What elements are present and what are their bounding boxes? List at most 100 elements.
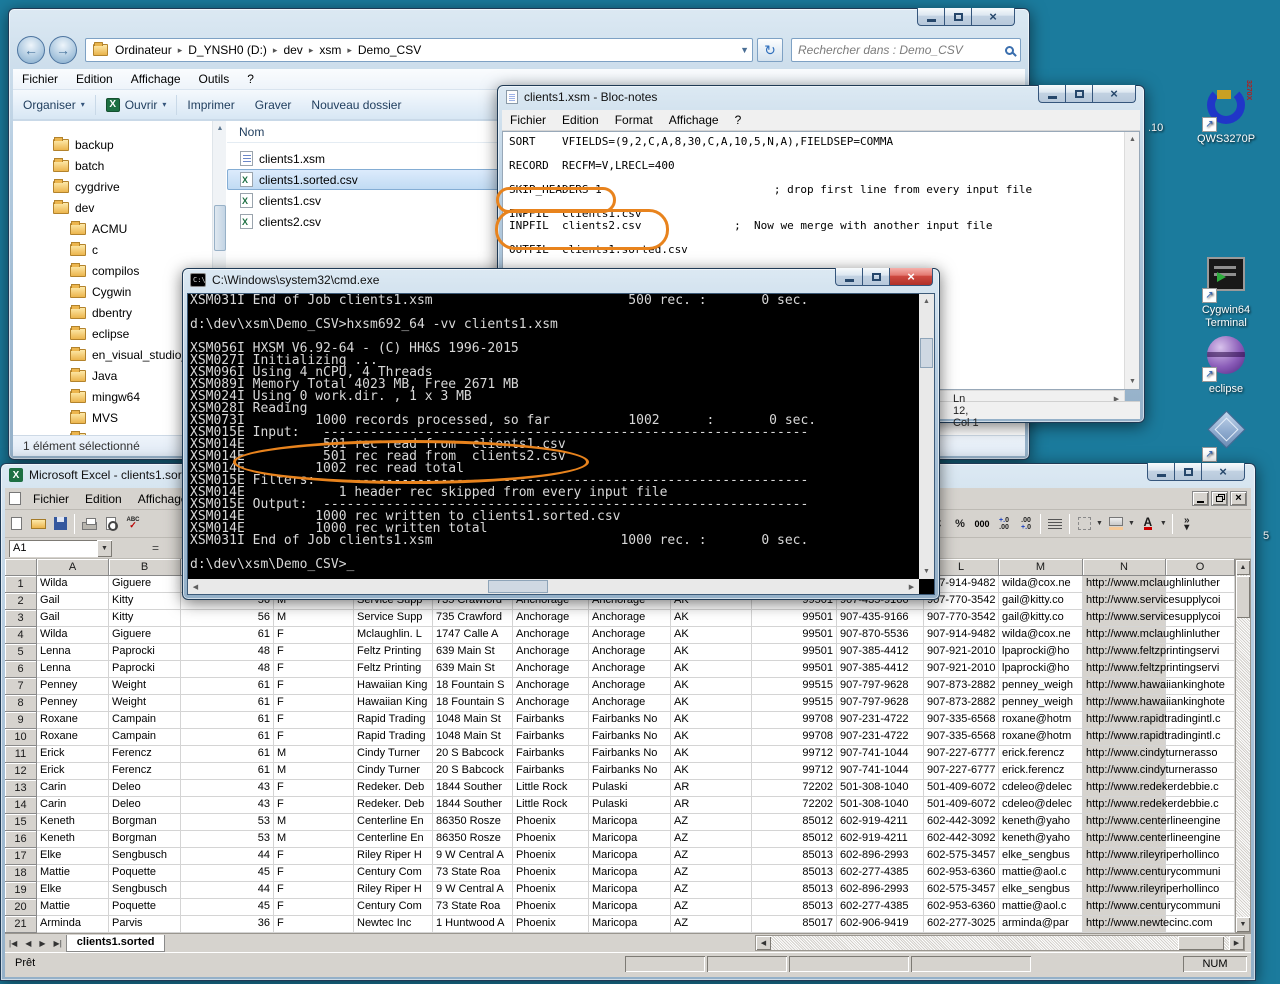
cell[interactable]: 907-873-2882	[924, 695, 999, 712]
cell[interactable]: AK	[671, 763, 752, 780]
scroll-up-icon[interactable]: ▲	[1236, 560, 1250, 575]
row-header-10[interactable]: 10	[5, 729, 37, 746]
cell[interactable]: Riley Riper H	[354, 882, 433, 899]
cell[interactable]: elke_sengbus	[999, 848, 1083, 865]
cell[interactable]: Sengbusch	[109, 882, 181, 899]
cell[interactable]: Fairbanks No	[589, 712, 671, 729]
cell[interactable]: AR	[671, 797, 752, 814]
cell[interactable]: 1048 Main St	[433, 712, 513, 729]
cell[interactable]: Giguere	[109, 576, 181, 593]
cell[interactable]: Erick	[37, 763, 109, 780]
refresh-button[interactable]: ↻	[757, 38, 783, 62]
cell[interactable]: mattie@aol.c	[999, 865, 1083, 882]
cell[interactable]: Fairbanks	[513, 729, 589, 746]
scroll-left-icon[interactable]: ◀	[188, 579, 203, 594]
breadcrumb-segment[interactable]: xsm	[315, 43, 345, 57]
nouveau-dossier-button[interactable]: Nouveau dossier	[301, 93, 411, 117]
cell[interactable]: http://www.centurycommuni	[1083, 899, 1166, 916]
cell[interactable]: http://www.mclaughlinluther	[1083, 576, 1166, 593]
cell[interactable]: Pulaski	[589, 780, 671, 797]
cell[interactable]: 602-896-2993	[837, 882, 924, 899]
breadcrumb-dropdown-icon[interactable]: ▼	[740, 45, 749, 55]
cell[interactable]: 907-231-4722	[837, 729, 924, 746]
file-row[interactable]: clients1.xsm	[227, 148, 499, 169]
organiser-button[interactable]: Organiser▾	[13, 93, 95, 117]
spell-check-icon[interactable]: ABC✓	[122, 514, 144, 534]
cell[interactable]: 9 W Central A	[433, 848, 513, 865]
cell[interactable]: Roxane	[37, 712, 109, 729]
cell[interactable]: Kitty	[109, 610, 181, 627]
cell[interactable]: Phoenix	[513, 848, 589, 865]
cell[interactable]: lpaprocki@ho	[999, 661, 1083, 678]
cell[interactable]: Anchorage	[589, 644, 671, 661]
cell[interactable]: 907-770-3542	[924, 610, 999, 627]
cell[interactable]: 61	[181, 695, 274, 712]
column-header-A[interactable]: A	[37, 559, 109, 576]
cell[interactable]: F	[274, 848, 354, 865]
cell[interactable]: 602-277-4385	[837, 865, 924, 882]
cell[interactable]: http://www.cindyturnerasso	[1083, 763, 1166, 780]
row-header-13[interactable]: 13	[5, 780, 37, 797]
cell[interactable]: 85013	[752, 899, 837, 916]
cell[interactable]: erick.ferencz	[999, 763, 1083, 780]
cell[interactable]: Service Supp	[354, 610, 433, 627]
cell[interactable]: Fairbanks	[513, 746, 589, 763]
menu-item[interactable]: ?	[727, 113, 750, 127]
cell[interactable]: 61	[181, 678, 274, 695]
select-all-corner[interactable]	[5, 559, 37, 576]
cell[interactable]: 602-277-4385	[837, 899, 924, 916]
cell[interactable]: http://www.hawaiiankinghote	[1083, 678, 1166, 695]
cell[interactable]: 1 Huntwood A	[433, 916, 513, 933]
scrollbar-thumb[interactable]	[1236, 576, 1250, 618]
font-color-dropdown-icon[interactable]: ▼	[1160, 520, 1167, 527]
cell[interactable]: F	[274, 865, 354, 882]
workbook-restore-button[interactable]	[1211, 491, 1228, 506]
cell[interactable]: Fairbanks No	[589, 746, 671, 763]
cell[interactable]: 99712	[752, 763, 837, 780]
cell[interactable]: Deleo	[109, 780, 181, 797]
cell[interactable]: 45	[181, 865, 274, 882]
fill-color-dropdown-icon[interactable]: ▼	[1128, 520, 1135, 527]
cell[interactable]: 18 Fountain S	[433, 695, 513, 712]
cell[interactable]: Little Rock	[513, 780, 589, 797]
row-header-14[interactable]: 14	[5, 797, 37, 814]
save-icon[interactable]	[49, 514, 71, 534]
cell[interactable]: 85017	[752, 916, 837, 933]
cell[interactable]: Erick	[37, 746, 109, 763]
decrease-decimal-icon[interactable]: .00+.0	[1015, 514, 1037, 534]
cell[interactable]: http://www.centerlineengine	[1083, 831, 1166, 848]
cell[interactable]: http://www.cindyturnerasso	[1083, 746, 1166, 763]
row-header-4[interactable]: 4	[5, 627, 37, 644]
borders-icon[interactable]	[1073, 514, 1095, 534]
cell[interactable]: Deleo	[109, 797, 181, 814]
cell[interactable]: Pulaski	[589, 797, 671, 814]
cell[interactable]: arminda@par	[999, 916, 1083, 933]
cell[interactable]: 907-914-9482	[924, 627, 999, 644]
cell[interactable]: Wilda	[37, 627, 109, 644]
sheet-tab[interactable]: clients1.sorted	[66, 935, 166, 952]
cell[interactable]: 44	[181, 848, 274, 865]
cell[interactable]: Sengbusch	[109, 848, 181, 865]
cell[interactable]: Paprocki	[109, 661, 181, 678]
cell[interactable]: 99501	[752, 610, 837, 627]
cell[interactable]: 501-409-6072	[924, 780, 999, 797]
cell[interactable]: mattie@aol.c	[999, 899, 1083, 916]
cell[interactable]: AK	[671, 678, 752, 695]
scroll-up-icon[interactable]: ▲	[919, 294, 934, 309]
cell[interactable]: Fairbanks No	[589, 763, 671, 780]
cell[interactable]: 48	[181, 644, 274, 661]
name-box-dropdown-icon[interactable]: ▼	[97, 540, 112, 557]
ouvrir-button[interactable]: XOuvrir▾	[96, 93, 177, 117]
cell[interactable]: AK	[671, 610, 752, 627]
cell[interactable]: Maricopa	[589, 831, 671, 848]
cell[interactable]: 99708	[752, 712, 837, 729]
cell[interactable]: 1747 Calle A	[433, 627, 513, 644]
menu-item[interactable]: ?	[238, 72, 263, 86]
column-header-O[interactable]: O	[1166, 559, 1235, 576]
menu-item[interactable]: Fichier	[502, 113, 554, 127]
cell[interactable]: F	[274, 899, 354, 916]
horizontal-scrollbar[interactable]: ◀ ▶	[188, 579, 919, 594]
close-button[interactable]: ×	[971, 8, 1015, 26]
cell[interactable]: AZ	[671, 831, 752, 848]
cell[interactable]: 602-442-3092	[924, 831, 999, 848]
